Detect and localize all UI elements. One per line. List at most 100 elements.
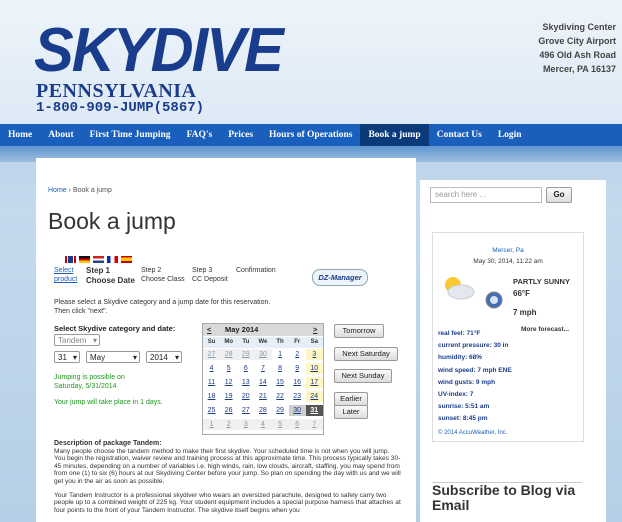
step-1-title: Step 1 <box>86 266 111 275</box>
breadcrumb-current: Book a jump <box>72 187 112 194</box>
calendar-day[interactable]: 16 <box>289 377 306 388</box>
calendar-day[interactable]: 17 <box>305 377 323 388</box>
more-forecast-link[interactable]: More forecast... <box>521 326 569 333</box>
nav-first-time-jumping[interactable]: First Time Jumping <box>82 124 179 146</box>
search-go-button[interactable]: Go <box>546 187 572 203</box>
earlier-button[interactable]: Earlier <box>334 392 368 406</box>
calendar-day[interactable]: 1 <box>203 419 221 430</box>
calendar-day[interactable]: 1 <box>272 349 289 360</box>
nav-home[interactable]: Home <box>0 124 40 146</box>
partly-sunny-icon <box>445 277 475 300</box>
breadcrumb: Home › Book a jump <box>48 187 112 194</box>
calendar-day[interactable]: 7 <box>254 363 271 374</box>
description-paragraph: Your Tandem Instructor is a professional… <box>54 491 401 514</box>
step-3-title: Step 3 <box>192 267 213 274</box>
calendar-day[interactable]: 20 <box>237 391 254 402</box>
nl-flag-icon[interactable] <box>93 256 104 264</box>
calendar-next-button[interactable]: > <box>313 325 317 334</box>
nav-faqs[interactable]: FAQ's <box>179 124 221 146</box>
nav-contact[interactable]: Contact Us <box>429 124 490 146</box>
calendar-day[interactable]: 14 <box>254 377 271 388</box>
calendar-day[interactable]: 30 <box>254 349 272 360</box>
calendar-day[interactable]: 9 <box>289 363 306 374</box>
calendar-day[interactable]: 11 <box>203 377 220 388</box>
step-select-link[interactable]: Select <box>54 266 77 275</box>
calendar-month-title: May 2014 <box>225 325 259 334</box>
nav-login[interactable]: Login <box>490 124 530 146</box>
calendar-day[interactable]: 3 <box>237 419 255 430</box>
calendar-day[interactable]: 27 <box>237 405 254 416</box>
calendar-week-row: 25 26 27 28 29 30 31 <box>203 405 323 416</box>
calendar-day[interactable]: 15 <box>272 377 289 388</box>
step-2-label: Choose Class <box>141 276 185 283</box>
nav-about[interactable]: About <box>40 124 81 146</box>
day-select[interactable]: 31 <box>54 351 80 364</box>
weather-datetime: May 30, 2014, 11:22 am <box>473 258 543 265</box>
month-select[interactable]: May <box>86 351 140 364</box>
later-button[interactable]: Later <box>334 405 368 419</box>
calendar-day[interactable]: 13 <box>237 377 254 388</box>
dow-label: Sa <box>310 339 318 345</box>
calendar-day[interactable]: 28 <box>254 405 271 416</box>
calendar-dow-row: Su Mo Tu We Th Fr Sa <box>203 337 323 348</box>
address-block: Skydiving Center Grove City Airport 496 … <box>416 20 616 76</box>
step-select-product[interactable]: Select product <box>54 266 77 284</box>
calendar-day[interactable]: 25 <box>203 405 220 416</box>
year-select[interactable]: 2014 <box>146 351 182 364</box>
calendar-week-row: 27 28 29 30 1 2 3 <box>203 349 323 360</box>
calendar-day[interactable]: 31 <box>305 405 323 416</box>
calendar-week-row: 4 5 6 7 8 9 10 <box>203 363 323 374</box>
next-sunday-button[interactable]: Next Sunday <box>334 369 392 383</box>
step-select-link[interactable]: product <box>54 275 77 284</box>
calendar-day[interactable]: 18 <box>203 391 220 402</box>
nav-book-a-jump[interactable]: Book a jump <box>360 124 429 146</box>
calendar-day[interactable]: 21 <box>254 391 271 402</box>
calendar-day[interactable]: 27 <box>203 349 221 360</box>
next-saturday-button[interactable]: Next Saturday <box>334 347 398 361</box>
subscribe-blog-title: Subscribe to Blog via Email <box>432 482 576 513</box>
calendar-day[interactable]: 22 <box>272 391 289 402</box>
breadcrumb-home[interactable]: Home <box>48 187 67 194</box>
tomorrow-button[interactable]: Tomorrow <box>334 324 384 338</box>
calendar-day[interactable]: 12 <box>220 377 237 388</box>
calendar-day[interactable]: 5 <box>271 419 289 430</box>
calendar-day[interactable]: 2 <box>220 419 238 430</box>
date-calendar: < May 2014 > Su Mo Tu We Th Fr Sa 27 28 29… <box>202 323 324 435</box>
dz-manager-logo[interactable]: DZ-Manager <box>312 269 368 286</box>
accuweather-credit[interactable]: © 2014 AccuWeather, Inc. <box>438 430 507 436</box>
calendar-day[interactable]: 5 <box>220 363 237 374</box>
instruction-line: Then click "next". <box>54 308 108 315</box>
calendar-day[interactable]: 24 <box>305 391 323 402</box>
calendar-day[interactable]: 26 <box>220 405 237 416</box>
calendar-prev-button[interactable]: < <box>207 325 211 334</box>
calendar-day[interactable]: 30 <box>288 405 306 416</box>
category-select[interactable]: Tandem <box>54 334 100 347</box>
breadcrumb-separator: › <box>68 187 71 194</box>
calendar-day[interactable]: 19 <box>220 391 237 402</box>
weather-location[interactable]: Mercer, Pa <box>433 247 583 254</box>
calendar-day[interactable]: 23 <box>289 391 306 402</box>
fr-flag-icon[interactable] <box>107 256 118 264</box>
nav-hours[interactable]: Hours of Operations <box>261 124 360 146</box>
weather-details: real feel: 71°F current pressure: 30 in … <box>438 328 512 426</box>
calendar-day[interactable]: 7 <box>305 419 323 430</box>
search-input[interactable]: search here ... <box>430 187 542 203</box>
calendar-day[interactable]: 6 <box>237 363 254 374</box>
calendar-day[interactable]: 2 <box>289 349 306 360</box>
calendar-day[interactable]: 4 <box>254 419 272 430</box>
es-flag-icon[interactable] <box>121 256 132 264</box>
step-1: Step 1 Choose Date <box>86 266 135 286</box>
dow-label: Tu <box>242 339 250 345</box>
calendar-day[interactable]: 28 <box>220 349 238 360</box>
logo-wordmark[interactable]: SKYDIVE <box>34 20 284 82</box>
calendar-day[interactable]: 29 <box>272 405 289 416</box>
de-flag-icon[interactable] <box>79 256 90 264</box>
calendar-day[interactable]: 3 <box>305 349 323 360</box>
nav-prices[interactable]: Prices <box>220 124 261 146</box>
calendar-day[interactable]: 29 <box>237 349 255 360</box>
calendar-day[interactable]: 4 <box>203 363 220 374</box>
calendar-day[interactable]: 10 <box>305 363 323 374</box>
gb-flag-icon[interactable] <box>65 256 76 264</box>
calendar-day[interactable]: 6 <box>288 419 306 430</box>
calendar-day[interactable]: 8 <box>272 363 289 374</box>
